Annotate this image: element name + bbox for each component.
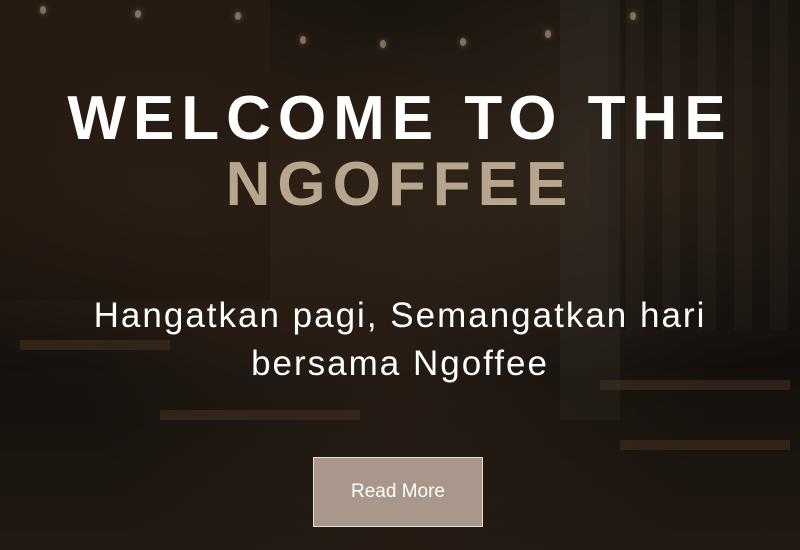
hero-brand-name: NGOFFEE <box>225 150 575 219</box>
hero-tagline: Hangatkan pagi, Semangatkan hari bersama… <box>0 292 800 388</box>
tagline-line: Hangatkan pagi, Semangatkan hari <box>93 296 707 335</box>
read-more-button[interactable]: Read More <box>313 457 483 527</box>
hero-section: WELCOME TO THE NGOFFEE Hangatkan pagi, S… <box>0 0 800 550</box>
hero-content: WELCOME TO THE NGOFFEE Hangatkan pagi, S… <box>0 0 800 550</box>
hero-title: WELCOME TO THE <box>67 84 733 153</box>
tagline-line: bersama Ngoffee <box>251 344 549 383</box>
